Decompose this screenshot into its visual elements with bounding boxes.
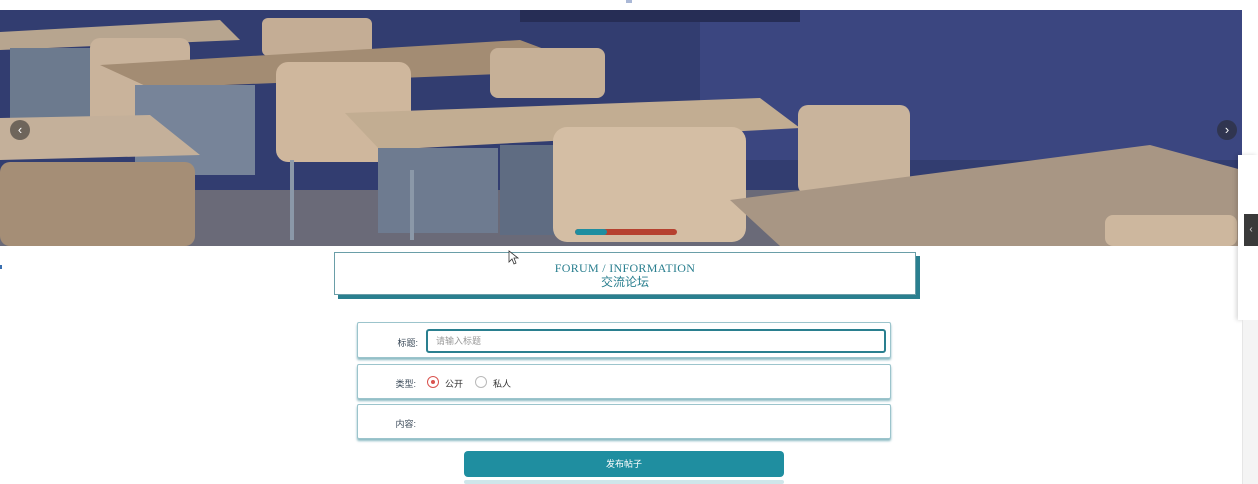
carousel-indicator-active[interactable] bbox=[575, 229, 607, 235]
carousel-next-button[interactable]: › bbox=[1217, 120, 1237, 140]
carousel-indicator[interactable] bbox=[575, 229, 677, 235]
form-row-title: 标题: bbox=[357, 322, 891, 358]
type-private-radio[interactable] bbox=[475, 376, 487, 388]
carousel-prev-button[interactable]: ‹ bbox=[10, 120, 30, 140]
page: ‹ › ‹ FORUM / INFORMATION 交流论坛 标题: 类型: 公… bbox=[0, 0, 1258, 484]
chevron-right-icon: › bbox=[1224, 122, 1230, 137]
submit-post-button[interactable]: 发布帖子 bbox=[464, 451, 784, 477]
type-label: 类型: bbox=[395, 379, 416, 389]
top-indicator bbox=[626, 0, 632, 3]
type-public-label[interactable]: 公开 bbox=[445, 377, 463, 390]
form-row-content[interactable]: 内容: bbox=[357, 404, 891, 439]
chevron-left-icon: ‹ bbox=[17, 122, 23, 137]
mouse-cursor-icon bbox=[508, 250, 520, 265]
section-title: FORUM / INFORMATION 交流论坛 bbox=[334, 252, 916, 295]
section-title-cn: 交流论坛 bbox=[600, 275, 649, 289]
type-public-radio[interactable] bbox=[427, 376, 439, 388]
banner-carousel[interactable]: ‹ › bbox=[0, 10, 1242, 246]
title-label: 标题: bbox=[397, 338, 418, 348]
title-input[interactable] bbox=[426, 329, 886, 353]
form-row-type: 类型: 公开 私人 bbox=[357, 364, 891, 399]
classroom-image bbox=[0, 10, 1242, 246]
content-label: 内容: bbox=[395, 419, 416, 429]
edge-marker bbox=[0, 265, 2, 269]
type-private-label[interactable]: 私人 bbox=[493, 377, 511, 390]
submit-button-shadow bbox=[464, 480, 784, 484]
chevron-left-icon: ‹ bbox=[1249, 224, 1253, 235]
scrollbar[interactable] bbox=[1242, 320, 1258, 484]
section-title-en: FORUM / INFORMATION bbox=[554, 261, 696, 275]
side-panel-toggle[interactable]: ‹ bbox=[1244, 214, 1258, 246]
